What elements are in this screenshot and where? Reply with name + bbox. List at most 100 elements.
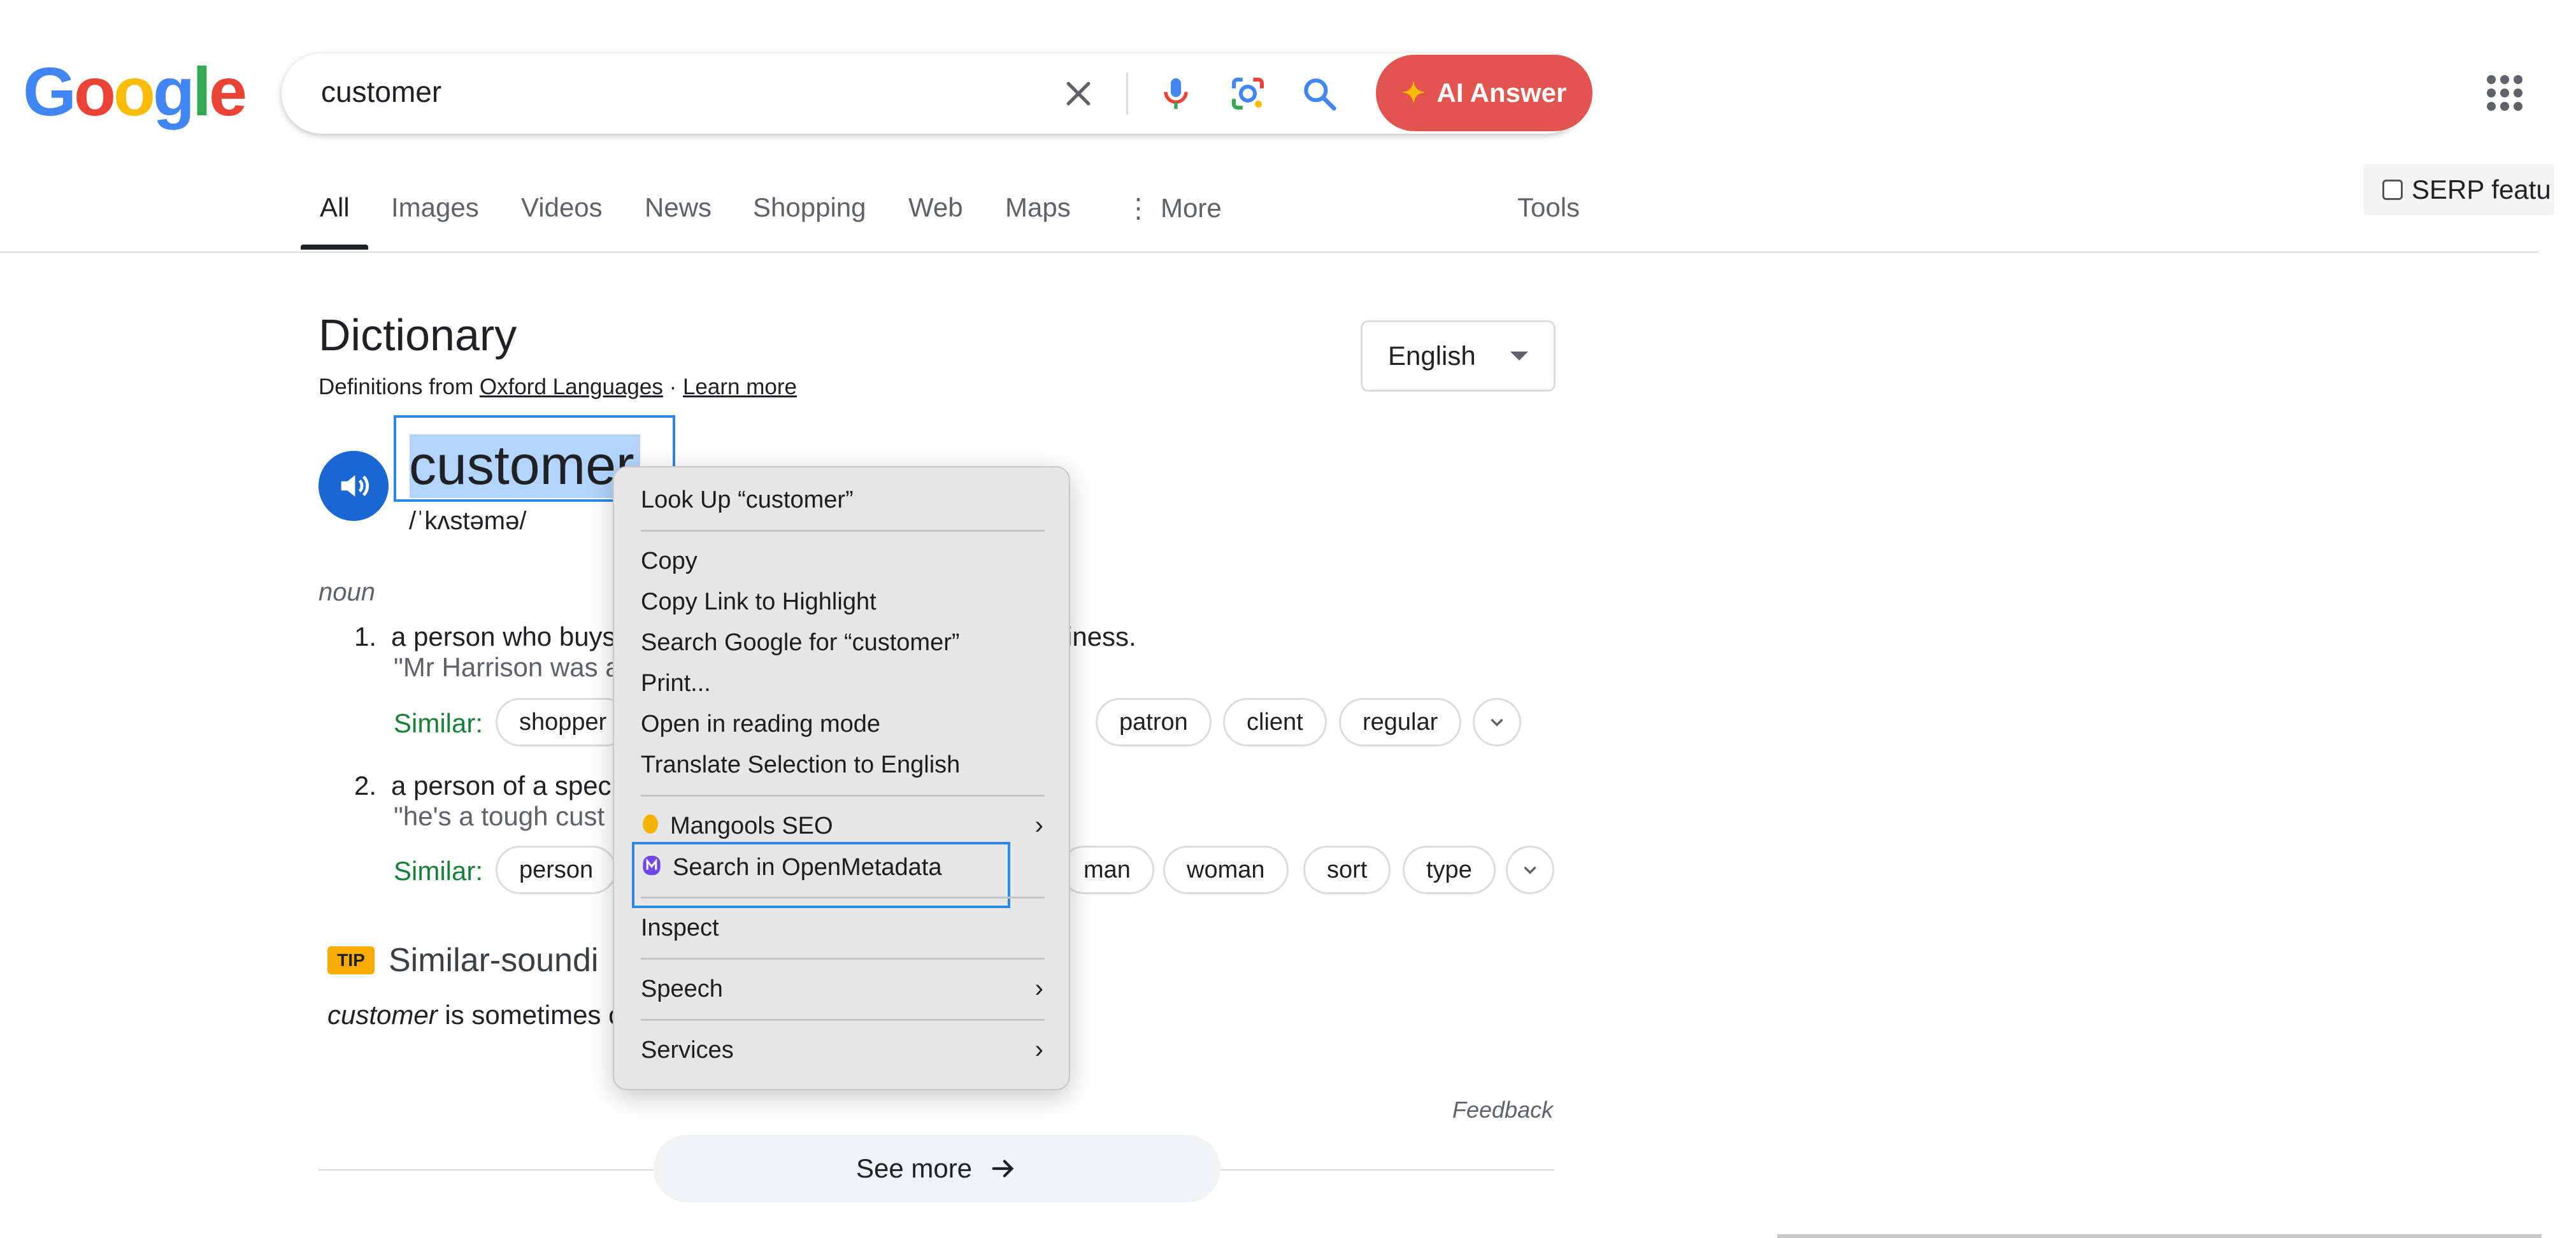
phonetic: /ˈkʌstəmə/ — [409, 507, 527, 535]
similar-chip[interactable]: regular — [1339, 698, 1462, 746]
menu-item-mangools-label: Mangools SEO — [670, 813, 833, 840]
tab-more[interactable]: ⋮ More — [1125, 192, 1222, 224]
tab-news[interactable]: News — [645, 192, 712, 223]
feedback-link[interactable]: Feedback — [1452, 1097, 1553, 1123]
scrollbar-track[interactable] — [1777, 1234, 2542, 1238]
menu-separator — [641, 958, 1045, 960]
tab-shopping[interactable]: Shopping — [753, 192, 866, 223]
tab-maps[interactable]: Maps — [1005, 192, 1071, 223]
similar-sounding-word: customer — [327, 1000, 438, 1030]
definition-example: "Mr Harrison was a — [394, 652, 620, 682]
speaker-icon — [341, 475, 369, 497]
menu-separator — [641, 795, 1045, 797]
chevron-down-icon — [1491, 718, 1503, 727]
search-icon[interactable] — [1299, 74, 1339, 117]
definition-text: a person who buys — [391, 622, 616, 651]
logo-letter: g — [152, 53, 195, 130]
menu-item-print[interactable]: Print... — [641, 670, 711, 697]
definition-number: 2. — [354, 771, 377, 800]
serp-label: SERP featu — [2412, 174, 2551, 204]
tip-badge: TIP — [327, 946, 375, 974]
sparkle-icon: ✦ — [1401, 77, 1426, 109]
logo-letter: G — [23, 53, 76, 130]
menu-separator — [641, 1019, 1045, 1021]
similar-chip[interactable]: sort — [1303, 846, 1391, 894]
definition-number: 1. — [354, 622, 377, 651]
menu-separator — [641, 530, 1045, 532]
part-of-speech: noun — [318, 578, 375, 606]
context-menu: Look Up “customer” Copy Copy Link to Hig… — [613, 466, 1070, 1090]
tab-web[interactable]: Web — [908, 192, 963, 223]
logo-letter: l — [192, 53, 211, 130]
similar-chip[interactable]: type — [1403, 846, 1496, 894]
search-input[interactable] — [320, 74, 959, 110]
clear-icon[interactable] — [1061, 76, 1096, 114]
similar-chip[interactable]: person — [496, 846, 617, 894]
serp-checkbox[interactable] — [2382, 180, 2403, 200]
tools-button[interactable]: Tools — [1517, 192, 1580, 223]
menu-separator — [641, 897, 1045, 899]
source-prefix: Definitions from — [318, 374, 480, 399]
similar-sounding-text: customer is sometimes c — [327, 1000, 622, 1030]
similar-label: Similar: — [394, 708, 483, 738]
active-tab-indicator — [301, 245, 368, 250]
dictionary-title: Dictionary — [318, 310, 517, 360]
oxford-link[interactable]: Oxford Languages — [480, 374, 663, 399]
dictionary-source: Definitions from Oxford Languages · Lear… — [318, 374, 797, 400]
lens-icon[interactable] — [1227, 73, 1269, 118]
caret-down-icon — [1510, 352, 1528, 360]
language-value: English — [1388, 341, 1476, 371]
menu-item-inspect[interactable]: Inspect — [641, 914, 719, 942]
similar-label: Similar: — [394, 856, 483, 886]
definition-text: a person of a spec — [391, 771, 612, 800]
source-separator: · — [662, 374, 683, 399]
tab-all[interactable]: All — [320, 192, 350, 223]
language-select[interactable]: English — [1361, 320, 1556, 392]
see-more-button[interactable]: See more — [654, 1135, 1220, 1202]
pronunciation-speaker-button[interactable] — [318, 451, 389, 521]
logo-letter: o — [74, 53, 116, 130]
search-divider — [1126, 73, 1128, 115]
similar-sounding-title: Similar-soundi — [389, 942, 599, 979]
similar-chip[interactable]: patron — [1096, 698, 1212, 746]
apps-grid-icon[interactable] — [2487, 75, 2522, 111]
submenu-chevron-icon: › — [1034, 974, 1043, 1002]
tab-more-label: More — [1161, 193, 1222, 223]
tabs-divider — [0, 252, 2538, 253]
mic-icon[interactable] — [1156, 73, 1196, 118]
expand-similar-button[interactable] — [1506, 846, 1554, 894]
menu-item-search-google[interactable]: Search Google for “customer” — [641, 629, 960, 657]
logo-letter: e — [208, 53, 247, 130]
menu-item-speech[interactable]: Speech — [641, 976, 723, 1003]
ai-answer-label: AI Answer — [1436, 78, 1567, 108]
menu-item-services[interactable]: Services — [641, 1037, 734, 1064]
mangools-icon — [641, 813, 660, 842]
logo-letter: o — [113, 53, 155, 130]
menu-item-reading-mode[interactable]: Open in reading mode — [641, 711, 880, 738]
tab-videos[interactable]: Videos — [521, 192, 603, 223]
expand-similar-button[interactable] — [1473, 698, 1521, 746]
tab-images[interactable]: Images — [391, 192, 479, 223]
serp-features-toggle[interactable]: SERP featu — [2363, 164, 2554, 215]
more-vert-icon: ⋮ — [1125, 193, 1152, 223]
similar-chip[interactable]: shopper — [496, 698, 631, 746]
menu-item-copy-link[interactable]: Copy Link to Highlight — [641, 588, 877, 616]
arrow-right-icon — [992, 1160, 1014, 1178]
learn-more-link[interactable]: Learn more — [683, 374, 797, 399]
menu-item-mangools[interactable]: Mangools SEO — [641, 813, 833, 842]
similar-sounding-rest: is sometimes c — [437, 1000, 622, 1030]
submenu-chevron-icon: › — [1034, 1035, 1043, 1064]
menu-item-translate[interactable]: Translate Selection to English — [641, 751, 960, 779]
similar-chip[interactable]: man — [1060, 846, 1154, 894]
see-more-label: See more — [855, 1153, 973, 1183]
menu-item-copy[interactable]: Copy — [641, 548, 698, 575]
similar-chip[interactable]: client — [1223, 698, 1327, 746]
chevron-down-icon — [1524, 866, 1536, 874]
submenu-chevron-icon: › — [1034, 811, 1043, 839]
definition-text-tail: iness. — [1066, 622, 1136, 651]
similar-chip[interactable]: woman — [1163, 846, 1289, 894]
ai-answer-button[interactable]: ✦ AI Answer — [1376, 55, 1592, 131]
menu-item-look-up[interactable]: Look Up “customer” — [641, 487, 854, 514]
google-logo[interactable]: Google — [23, 53, 247, 130]
definition-example: "he's a tough cust — [394, 801, 605, 831]
